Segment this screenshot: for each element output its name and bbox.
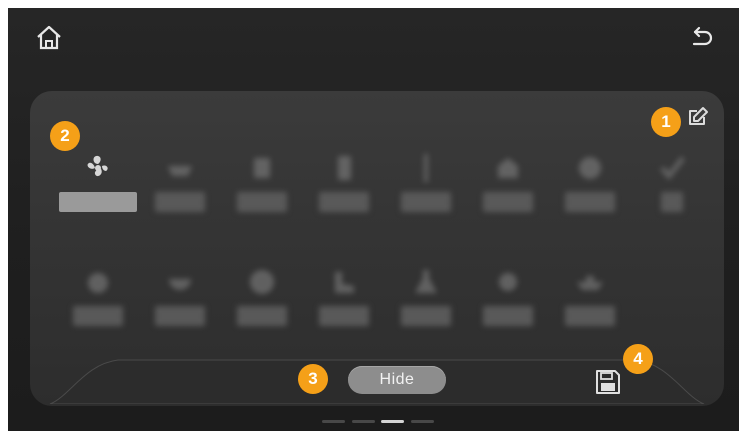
grid-item-bag[interactable]: [58, 266, 138, 346]
grid-item-probe[interactable]: [386, 152, 466, 232]
grid-item-gear[interactable]: [468, 266, 548, 346]
item-label: [401, 192, 451, 212]
hide-button[interactable]: Hide: [348, 366, 446, 394]
page-indicator-3[interactable]: [381, 420, 404, 423]
home-icon: [37, 25, 61, 50]
page-indicator-1[interactable]: [322, 420, 345, 423]
item-label: [155, 306, 205, 326]
item-label: [73, 306, 123, 326]
oven-icon: [498, 158, 518, 178]
item-label: [483, 306, 533, 326]
item-label: [237, 192, 287, 212]
save-button[interactable]: [593, 367, 623, 397]
callout-badge-3: 3: [298, 364, 328, 394]
check-icon: [660, 156, 685, 180]
callout-badge-4: 4: [623, 344, 653, 374]
pot-icon: [168, 166, 192, 176]
grid-item-cup[interactable]: [304, 152, 384, 232]
probe-icon: [424, 154, 428, 182]
grid-item-kettle[interactable]: [550, 266, 630, 346]
item-label: [565, 306, 615, 326]
grid-item-oven[interactable]: [468, 152, 548, 232]
bowl-icon: [169, 279, 191, 290]
cup-icon: [338, 156, 351, 180]
bag-icon: [88, 273, 108, 293]
back-button[interactable]: [686, 23, 716, 53]
grid-item-boot[interactable]: [304, 266, 384, 346]
item-label: [319, 192, 369, 212]
fan-icon: [87, 155, 108, 177]
grid-item-flask[interactable]: [386, 266, 466, 346]
grid-item-check[interactable]: [632, 152, 712, 232]
item-label: [319, 306, 369, 326]
cake-icon: [579, 157, 601, 179]
save-icon: [596, 370, 620, 394]
grill-icon: [254, 158, 270, 178]
page-indicator-4[interactable]: [411, 420, 434, 423]
app-screen: Hide 1 2 3 4: [8, 8, 739, 431]
grid-item-cake[interactable]: [550, 152, 630, 232]
page-indicator-2[interactable]: [352, 420, 375, 423]
grid-item-bowl[interactable]: [140, 266, 220, 346]
function-panel: Hide: [30, 91, 724, 406]
item-label: [401, 306, 451, 326]
item-label: [483, 192, 533, 212]
grid-item-pizza[interactable]: [222, 266, 302, 346]
home-button[interactable]: [34, 23, 64, 53]
item-label: [155, 192, 205, 212]
pizza-icon: [250, 270, 274, 294]
item-label: [565, 192, 615, 212]
item-label: [661, 192, 683, 212]
grid-item-fan[interactable]: [58, 152, 138, 232]
item-label: [237, 306, 287, 326]
bottom-dock: Hide: [30, 356, 724, 404]
back-arrow-icon: [692, 26, 713, 46]
kettle-icon: [577, 276, 603, 290]
callout-badge-2: 2: [50, 121, 80, 151]
grid-item-grill[interactable]: [222, 152, 302, 232]
flask-icon: [415, 270, 437, 293]
boot-icon: [335, 272, 354, 293]
grid-item-pot[interactable]: [140, 152, 220, 232]
callout-badge-1: 1: [651, 107, 681, 137]
item-label: [59, 192, 137, 212]
gear-icon: [499, 273, 517, 291]
